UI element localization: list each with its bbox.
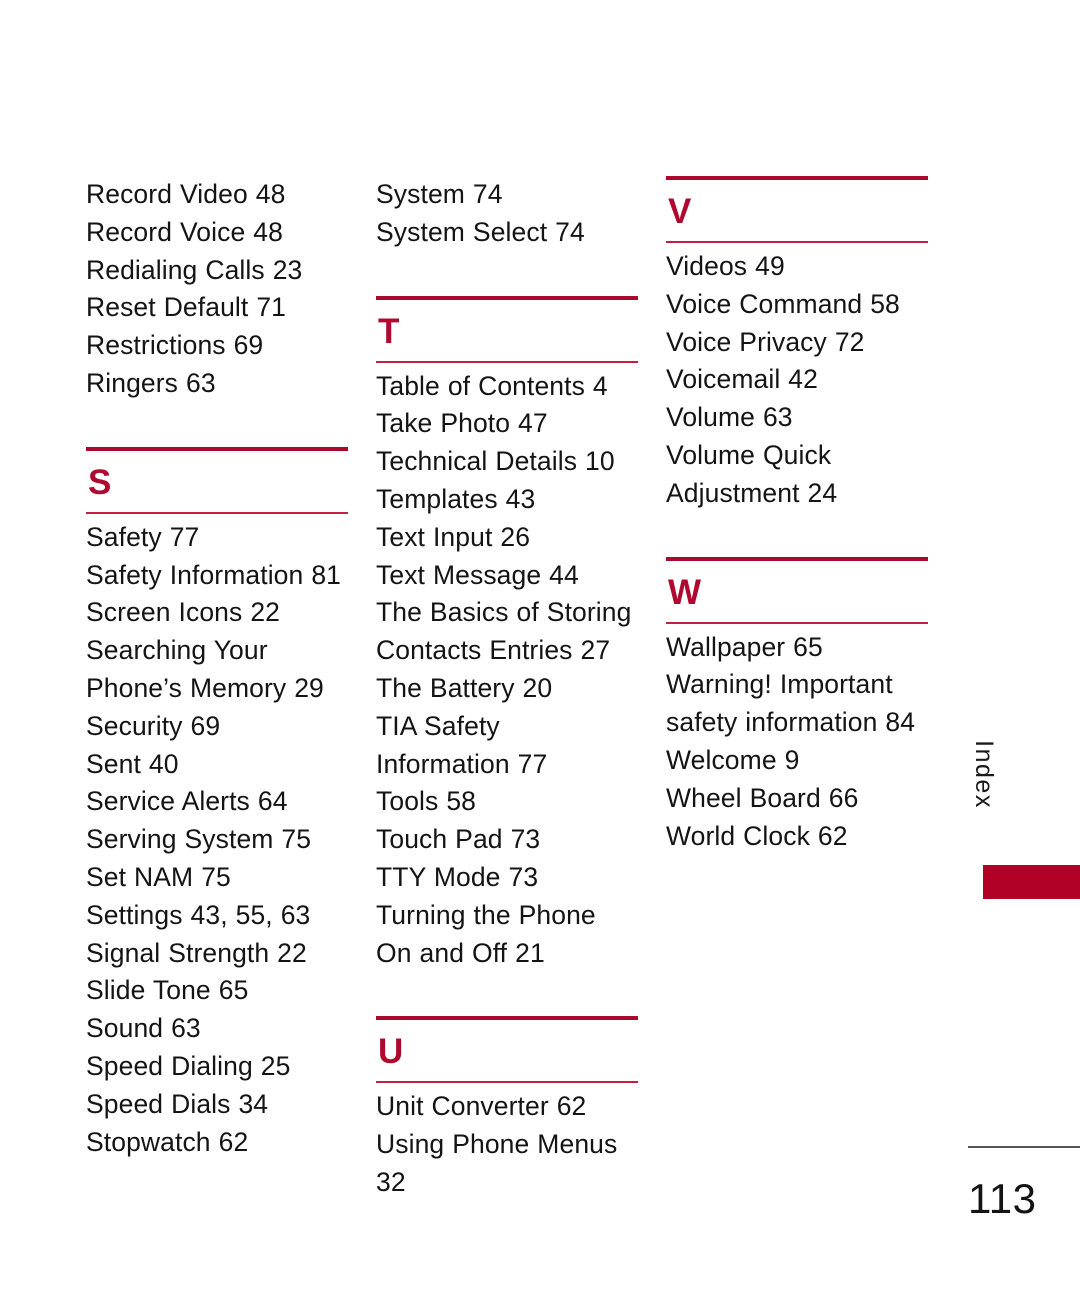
index-entry[interactable]: Templates 43 <box>376 481 638 519</box>
index-column-3: V Videos 49 Voice Command 58 Voice Priva… <box>666 176 928 855</box>
entry-group-u: Unit Converter 62 Using Phone Menus 32 <box>376 1088 638 1201</box>
index-entry[interactable]: Reset Default 71 <box>86 289 348 327</box>
index-entry[interactable]: Redialing Calls 23 <box>86 252 348 290</box>
index-entry[interactable]: Using Phone Menus 32 <box>376 1126 638 1202</box>
section-rule-bottom <box>86 511 348 514</box>
index-entry[interactable]: Unit Converter 62 <box>376 1088 638 1126</box>
index-entry[interactable]: Security 69 <box>86 708 348 746</box>
footer-rule <box>968 1146 1080 1148</box>
index-entry[interactable]: Tools 58 <box>376 783 638 821</box>
entry-group-continued: System 74 System Select 74 <box>376 176 638 252</box>
section-rule-bottom <box>376 360 638 363</box>
section-rule-bottom <box>666 621 928 624</box>
index-entry[interactable]: Technical Details 10 <box>376 443 638 481</box>
entry-group-t: Table of Contents 4 Take Photo 47 Techni… <box>376 368 638 973</box>
index-entry[interactable]: Text Message 44 <box>376 557 638 595</box>
index-entry[interactable]: Record Video 48 <box>86 176 348 214</box>
index-entry[interactable]: TTY Mode 73 <box>376 859 638 897</box>
index-column-2: System 74 System Select 74 T Table of Co… <box>376 176 638 1202</box>
entry-group-v: Videos 49 Voice Command 58 Voice Privacy… <box>666 248 928 513</box>
index-entry[interactable]: Wheel Board 66 <box>666 780 928 818</box>
index-entry[interactable]: Sound 63 <box>86 1010 348 1048</box>
section-letter: W <box>668 572 702 612</box>
index-entry[interactable]: Safety 77 <box>86 519 348 557</box>
index-columns: Record Video 48 Record Voice 48 Redialin… <box>0 0 1080 1295</box>
index-entry[interactable]: World Clock 62 <box>666 818 928 856</box>
section-letter: S <box>88 462 112 502</box>
index-entry[interactable]: System 74 <box>376 176 638 214</box>
index-entry[interactable]: Safety Information 81 <box>86 557 348 595</box>
index-entry[interactable]: System Select 74 <box>376 214 638 252</box>
index-entry[interactable]: The Basics of Storing Contacts Entries 2… <box>376 594 638 670</box>
index-entry[interactable]: Sent 40 <box>86 746 348 784</box>
section-rule-bottom <box>666 241 928 243</box>
index-entry[interactable]: Signal Strength 22 <box>86 935 348 973</box>
entry-group-w: Wallpaper 65 Warning! Important safety i… <box>666 629 928 856</box>
index-entry[interactable]: Searching Your Phone’s Memory 29 <box>86 632 348 708</box>
index-entry[interactable]: Turning the Phone On and Off 21 <box>376 897 638 973</box>
index-entry[interactable]: Slide Tone 65 <box>86 972 348 1010</box>
side-tab-marker <box>983 865 1080 899</box>
index-entry[interactable]: Text Input 26 <box>376 519 638 557</box>
section-rule-bottom <box>376 1081 638 1084</box>
section-letter: T <box>378 311 400 351</box>
section-header-t: T <box>376 295 638 363</box>
section-letter: V <box>668 192 692 231</box>
index-page: Record Video 48 Record Voice 48 Redialin… <box>0 0 1080 1295</box>
index-entry[interactable]: Wallpaper 65 <box>666 629 928 667</box>
section-header-u: U <box>376 1016 638 1084</box>
section-header-w: W <box>666 556 928 624</box>
index-entry[interactable]: Speed Dials 34 <box>86 1086 348 1124</box>
index-entry[interactable]: Welcome 9 <box>666 742 928 780</box>
index-entry[interactable]: Voicemail 42 <box>666 361 928 399</box>
section-header-s: S <box>86 446 348 514</box>
page-number: 113 <box>968 1175 1037 1222</box>
index-entry[interactable]: Videos 49 <box>666 248 928 286</box>
index-entry[interactable]: Volume Quick Adjustment 24 <box>666 437 928 513</box>
index-entry[interactable]: The Battery 20 <box>376 670 638 708</box>
index-entry[interactable]: Stopwatch 62 <box>86 1124 348 1162</box>
entry-group-continued: Record Video 48 Record Voice 48 Redialin… <box>86 176 348 403</box>
index-entry[interactable]: Serving System 75 <box>86 821 348 859</box>
index-entry[interactable]: Screen Icons 22 <box>86 594 348 632</box>
section-letter: U <box>378 1032 404 1072</box>
index-entry[interactable]: Restrictions 69 <box>86 327 348 365</box>
index-entry[interactable]: Set NAM 75 <box>86 859 348 897</box>
index-entry[interactable]: Voice Command 58 <box>666 286 928 324</box>
index-entry[interactable]: Warning! Important safety information 84 <box>666 666 928 742</box>
index-entry[interactable]: Volume 63 <box>666 399 928 437</box>
index-entry[interactable]: Take Photo 47 <box>376 405 638 443</box>
index-entry[interactable]: Service Alerts 64 <box>86 783 348 821</box>
index-entry[interactable]: Voice Privacy 72 <box>666 324 928 362</box>
index-column-1: Record Video 48 Record Voice 48 Redialin… <box>86 176 348 1161</box>
index-entry[interactable]: TIA Safety Information 77 <box>376 708 638 784</box>
side-tab-text: Index <box>969 740 998 809</box>
index-entry[interactable]: Table of Contents 4 <box>376 368 638 406</box>
section-header-v: V <box>666 176 928 243</box>
entry-group-s: Safety 77 Safety Information 81 Screen I… <box>86 519 348 1162</box>
index-entry[interactable]: Ringers 63 <box>86 365 348 403</box>
index-entry[interactable]: Touch Pad 73 <box>376 821 638 859</box>
index-entry[interactable]: Record Voice 48 <box>86 214 348 252</box>
index-entry[interactable]: Settings 43, 55, 63 <box>86 897 348 935</box>
index-entry[interactable]: Speed Dialing 25 <box>86 1048 348 1086</box>
